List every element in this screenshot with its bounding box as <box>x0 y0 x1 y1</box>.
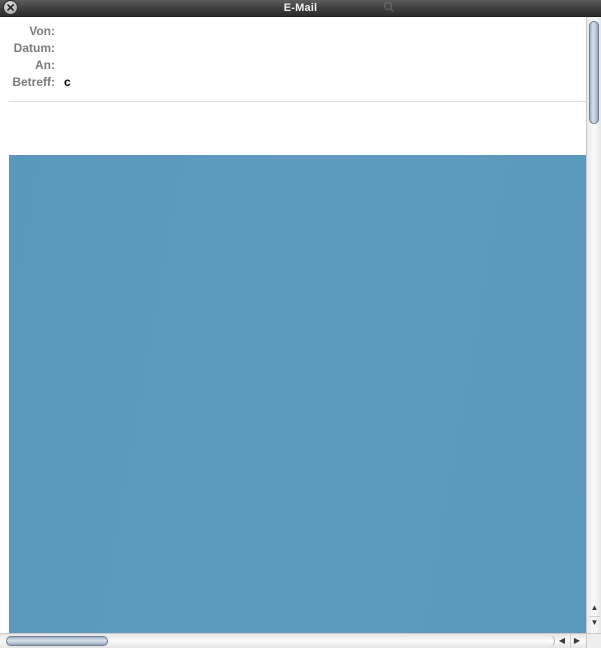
arrow-up-icon[interactable]: ▲ <box>589 602 600 614</box>
subject-label: Betreff: <box>12 75 55 89</box>
horizontal-scroll-thumb[interactable] <box>6 636 108 646</box>
subject-value: c <box>64 75 71 89</box>
vertical-scroll-thumb[interactable] <box>589 21 599 124</box>
resize-corner[interactable] <box>586 633 601 648</box>
header-divider <box>9 101 586 102</box>
message-view: Von: Datum: An: Betreff: c <box>0 17 586 633</box>
arrow-left-icon[interactable]: ◀ <box>556 634 568 648</box>
date-field: Datum: <box>0 40 586 57</box>
arrow-down-icon[interactable]: ▼ <box>589 616 600 629</box>
horizontal-scrollbar[interactable]: ◀ ▶ <box>0 633 586 648</box>
attached-image <box>9 155 586 633</box>
to-field: An: <box>0 57 586 74</box>
date-label: Datum: <box>13 41 55 55</box>
window-title: E-Mail <box>283 2 318 14</box>
from-field: Von: <box>0 23 586 40</box>
to-label: An: <box>35 58 55 72</box>
scroll-track-end <box>548 635 555 647</box>
arrow-right-icon[interactable]: ▶ <box>570 634 583 648</box>
vertical-scrollbar[interactable]: ▲ ▼ <box>586 17 601 633</box>
from-label: Von: <box>29 24 55 38</box>
search-icon <box>383 0 395 18</box>
message-header: Von: Datum: An: Betreff: c <box>0 23 586 91</box>
title-bar: E-Mail <box>0 0 601 17</box>
subject-field: Betreff: c <box>0 74 586 91</box>
